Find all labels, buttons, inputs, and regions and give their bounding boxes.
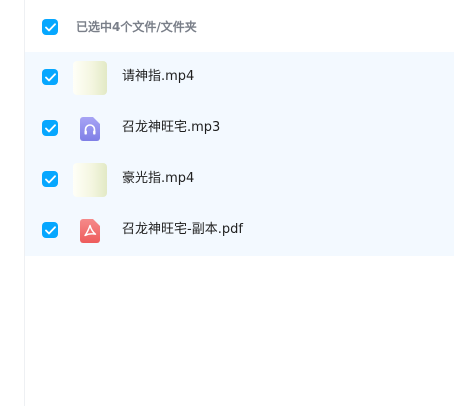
file-checkbox[interactable]: [42, 171, 58, 187]
file-name[interactable]: 召龙神旺宅-副本.pdf: [122, 221, 243, 239]
file-list: 请神指.mp4 召龙神旺宅.mp3 豪光指.mp4 召龙神旺宅-副本.pdf: [25, 52, 454, 256]
video-thumbnail: [73, 163, 107, 197]
audio-file-icon: [73, 112, 107, 146]
check-icon: [44, 72, 56, 81]
headphones-icon: [80, 117, 100, 141]
file-row[interactable]: 召龙神旺宅-副本.pdf: [25, 205, 454, 256]
file-name[interactable]: 召龙神旺宅.mp3: [122, 119, 220, 137]
selection-header: 已选中4个文件/文件夹: [25, 0, 454, 52]
file-name[interactable]: 豪光指.mp4: [122, 170, 194, 188]
video-thumbnail: [73, 61, 107, 95]
check-icon: [44, 22, 56, 31]
check-icon: [44, 123, 56, 132]
pdf-file-icon: [73, 214, 107, 248]
select-all-checkbox[interactable]: [42, 19, 58, 35]
file-row[interactable]: 召龙神旺宅.mp3: [25, 103, 454, 154]
selection-count-text: 已选中4个文件/文件夹: [76, 20, 197, 34]
pdf-icon: [80, 219, 100, 243]
file-row[interactable]: 豪光指.mp4: [25, 154, 454, 205]
file-checkbox[interactable]: [42, 222, 58, 238]
check-icon: [44, 174, 56, 183]
file-name[interactable]: 请神指.mp4: [122, 68, 194, 86]
file-row[interactable]: 请神指.mp4: [25, 52, 454, 103]
file-checkbox[interactable]: [42, 120, 58, 136]
file-checkbox[interactable]: [42, 69, 58, 85]
check-icon: [44, 225, 56, 234]
